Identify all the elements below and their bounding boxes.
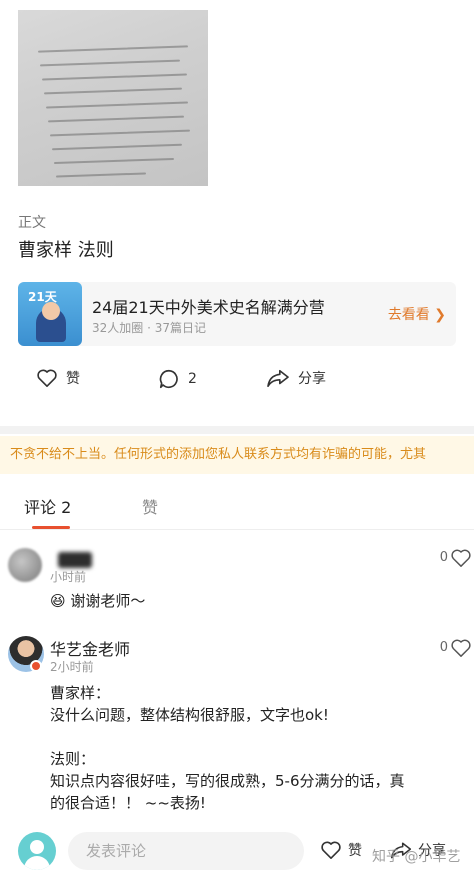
section-divider [0,426,474,434]
thumbnail-figure-head [42,302,60,320]
bottom-like-button[interactable]: 赞 [320,840,362,860]
fraud-warning-banner: 不贪不给不上当。任何形式的添加您私人联系方式均有诈骗的可能，尤其 [0,436,474,474]
section-label: 正文 [18,215,46,231]
comment-count: 2 [188,371,197,387]
post-photo[interactable] [18,10,208,186]
my-avatar[interactable] [18,832,56,870]
share-arrow-icon [267,369,289,387]
tab-likes[interactable]: 赞 [142,494,158,518]
comment-like-count: 0 [439,550,448,565]
tab-comments[interactable]: 评论 2 [24,494,71,518]
avatar-head-shape [30,840,44,854]
like-button[interactable]: 赞 [36,368,80,388]
comment-line [50,726,470,748]
camp-thumbnail: 21天 [18,282,82,346]
comment-time: 小时前 [50,570,87,584]
comment-line: 法则： [50,750,96,768]
post-action-bar: 赞 2 分享 [0,368,474,398]
comment-button[interactable]: 2 [158,368,197,390]
heart-icon [37,369,57,387]
comment-text: 😆 谢谢老师～ [50,592,146,610]
comment-text: 曹家样： 没什么问题，整体结构很舒服，文字也ok! 法则： 知识点内容很好哇，写… [50,682,470,814]
verified-badge-icon [30,660,42,672]
post-title: 曹家样 法则 [18,240,114,261]
avatar[interactable] [8,548,42,582]
bottom-like-label: 赞 [348,843,362,859]
share-button[interactable]: 分享 [266,368,326,388]
comment-line: 没什么问题，整体结构很舒服，文字也ok! [50,706,329,724]
share-label: 分享 [298,371,326,387]
commenter-name[interactable]: 华艺金老师 [50,636,130,660]
heart-icon[interactable] [450,548,472,568]
heart-icon [321,841,341,859]
like-label: 赞 [66,371,80,387]
comment-line: 的很合适！！ ~~表扬! [50,794,206,812]
active-tab-indicator [32,526,70,529]
camp-card[interactable]: 21天 24届21天中外美术史名解满分营 32人加圈 · 37篇日记 去看看 ❯ [18,282,456,346]
avatar-body-shape [24,856,50,870]
comment-line: 曹家样： [50,684,111,702]
camp-title: 24届21天中外美术史名解满分营 [92,298,325,317]
commenter-name-redacted [58,552,92,568]
comment-line: 知识点内容很好哇，写的很成熟，5-6分满分的话，真 [50,772,405,790]
heart-icon[interactable] [450,638,472,658]
comment-like-count: 0 [439,640,448,655]
comment-time: 2小时前 [50,660,94,674]
camp-go-link[interactable]: 去看看 ❯ [388,304,446,324]
comment-tabs: 评论 2 赞 [0,486,474,530]
comment-bubble-icon [159,369,178,389]
comment-input[interactable]: 发表评论 [68,832,304,870]
camp-meta: 32人加圈 · 37篇日记 [92,321,206,335]
zhihu-watermark: 知乎 @小华艺 [372,849,461,865]
